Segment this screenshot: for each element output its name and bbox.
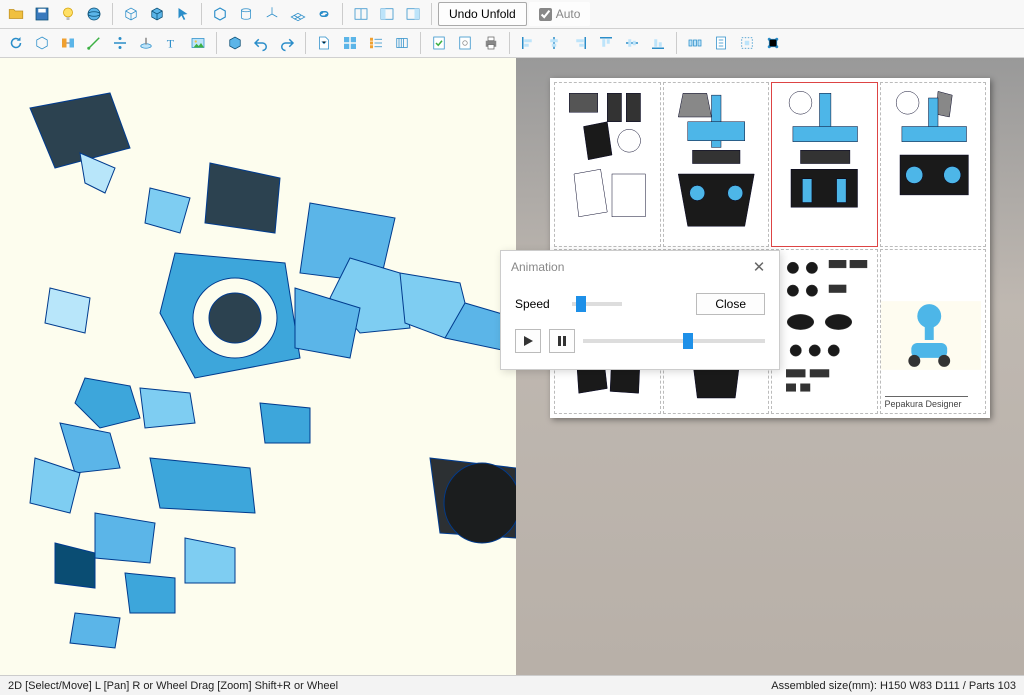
dialog-titlebar[interactable]: Animation ✕: [501, 251, 779, 283]
texture-sphere-icon[interactable]: [82, 2, 106, 26]
align-middle-icon[interactable]: [620, 31, 644, 55]
workspace: Pepakura Designer Animation ✕ Speed Clos…: [0, 58, 1024, 675]
status-bar: 2D [Select/Move] L [Pan] R or Wheel Drag…: [0, 675, 1024, 695]
align-top-icon[interactable]: [594, 31, 618, 55]
sheet-page[interactable]: [771, 249, 878, 414]
sheet-page-logo[interactable]: Pepakura Designer: [880, 249, 987, 414]
sheet-page-selected[interactable]: [771, 82, 878, 247]
undo-unfold-button[interactable]: Undo Unfold: [438, 2, 527, 26]
link-icon[interactable]: [312, 2, 336, 26]
dialog-title: Animation: [511, 260, 564, 274]
3d-viewport[interactable]: [0, 58, 516, 675]
divide-icon[interactable]: [108, 31, 132, 55]
play-button[interactable]: [515, 329, 541, 353]
join-parts-icon[interactable]: [56, 31, 80, 55]
text-icon[interactable]: T: [160, 31, 184, 55]
grid-plane-icon[interactable]: [286, 2, 310, 26]
panel-left-icon[interactable]: [375, 2, 399, 26]
svg-text:T: T: [167, 37, 175, 51]
page-check-icon[interactable]: [427, 31, 451, 55]
layout-grid-icon[interactable]: [338, 31, 362, 55]
speed-label: Speed: [515, 297, 560, 311]
align-right-icon[interactable]: [568, 31, 592, 55]
undo-icon[interactable]: [249, 31, 273, 55]
align-center-h-icon[interactable]: [542, 31, 566, 55]
cube-shaded-icon[interactable]: [223, 31, 247, 55]
designer-label: Pepakura Designer: [885, 396, 969, 409]
open-file-icon[interactable]: [4, 2, 28, 26]
hexagon-icon[interactable]: [30, 31, 54, 55]
split-horizontal-icon[interactable]: [349, 2, 373, 26]
nodes-icon[interactable]: [761, 31, 785, 55]
page-settings-icon[interactable]: [453, 31, 477, 55]
arrow-cursor-icon[interactable]: [171, 2, 195, 26]
pause-button[interactable]: [549, 329, 575, 353]
axes-icon[interactable]: [260, 2, 284, 26]
print-icon[interactable]: [479, 31, 503, 55]
redo-icon[interactable]: [275, 31, 299, 55]
sheet-page[interactable]: [554, 82, 661, 247]
sheet-page[interactable]: [663, 82, 770, 247]
image-icon[interactable]: [186, 31, 210, 55]
auto-checkbox-label: Auto: [556, 7, 581, 21]
close-icon[interactable]: ✕: [749, 257, 769, 277]
progress-slider[interactable]: [583, 339, 765, 343]
align-left-icon[interactable]: [516, 31, 540, 55]
auto-checkbox[interactable]: Auto: [529, 2, 591, 26]
auto-checkbox-input[interactable]: [539, 8, 552, 21]
speed-slider[interactable]: [572, 302, 622, 306]
save-icon[interactable]: [30, 2, 54, 26]
cylinder-icon[interactable]: [234, 2, 258, 26]
lightbulb-icon[interactable]: [56, 2, 80, 26]
close-button[interactable]: Close: [696, 293, 765, 315]
paint-icon[interactable]: [134, 31, 158, 55]
align-bottom-icon[interactable]: [646, 31, 670, 55]
animation-dialog[interactable]: Animation ✕ Speed Close: [500, 250, 780, 370]
product-logo-icon: [880, 254, 982, 414]
status-left: 2D [Select/Move] L [Pan] R or Wheel Drag…: [8, 680, 338, 692]
unfold-page-icon[interactable]: [312, 31, 336, 55]
status-right: Assembled size(mm): H150 W83 D111 / Part…: [771, 680, 1016, 692]
frame-icon[interactable]: [735, 31, 759, 55]
cube-wireframe-icon[interactable]: [119, 2, 143, 26]
panel-right-icon[interactable]: [401, 2, 425, 26]
page-fit-icon[interactable]: [709, 31, 733, 55]
flap-settings-icon[interactable]: [390, 31, 414, 55]
edit-edge-icon[interactable]: [82, 31, 106, 55]
toolbar-row-2: T: [0, 29, 1024, 58]
rotate-cw-icon[interactable]: [4, 31, 28, 55]
distribute-h-icon[interactable]: [683, 31, 707, 55]
cube-solid-icon[interactable]: [145, 2, 169, 26]
toolbar-row-1: Undo Unfold Auto: [0, 0, 1024, 29]
cube-icon[interactable]: [208, 2, 232, 26]
sheet-page[interactable]: [880, 82, 987, 247]
list-icon[interactable]: [364, 31, 388, 55]
